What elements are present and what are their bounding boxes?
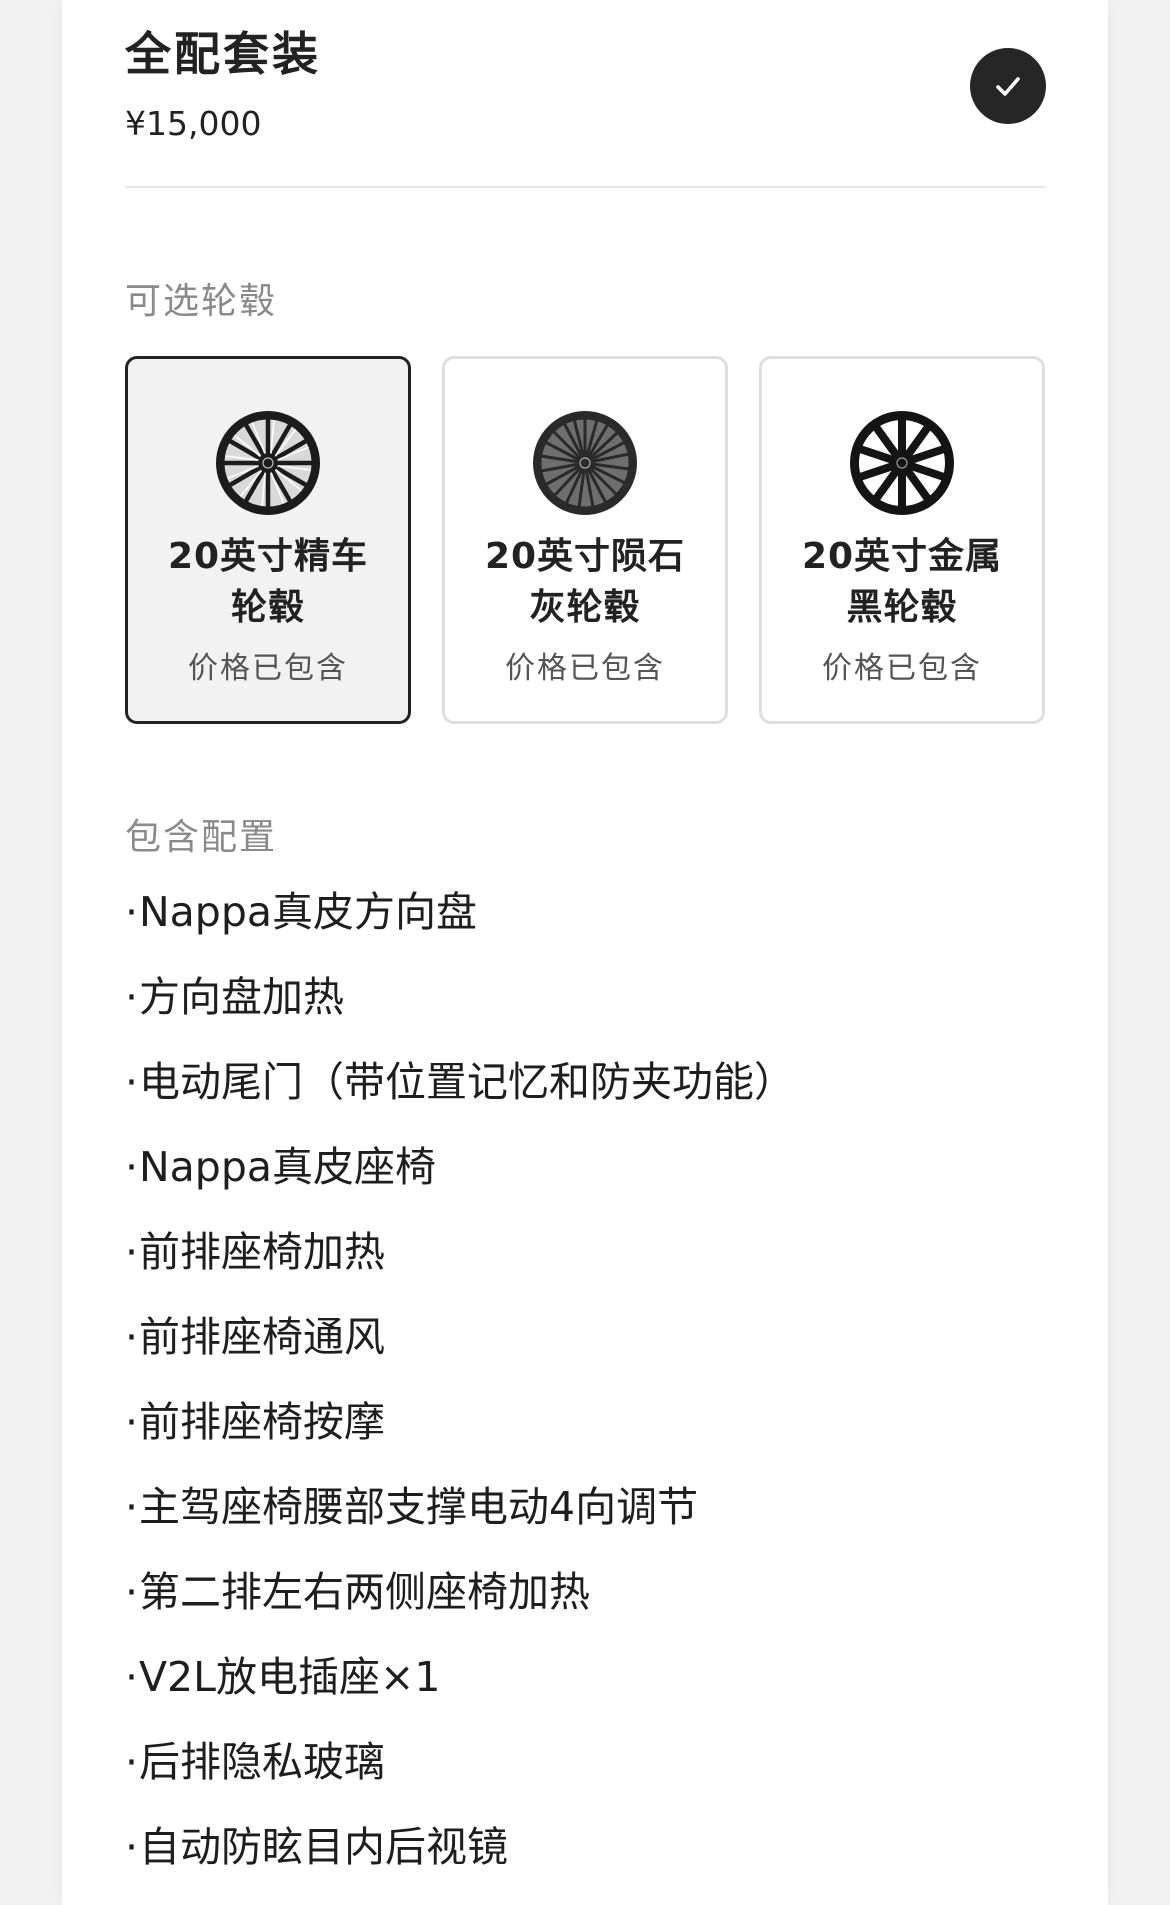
wheel-price-note: 价格已包含 — [188, 651, 348, 686]
wheel-name: 20英寸精车轮毂 — [167, 536, 369, 628]
feature-text: V2L放电插座×1 — [139, 1653, 441, 1701]
wheel-price-note: 价格已包含 — [505, 651, 665, 686]
list-item: ·前排座椅通风 — [125, 1309, 1045, 1394]
list-item: ·前排座椅加热 — [125, 1224, 1045, 1309]
feature-text: 前排座椅通风 — [139, 1313, 385, 1361]
bullet: · — [125, 1483, 139, 1531]
package-select-button[interactable] — [970, 48, 1046, 124]
package-price: ¥15,000 — [125, 104, 262, 143]
feature-text: 自动防眩目内后视镜 — [139, 1823, 508, 1871]
list-item: ·Nappa真皮座椅 — [125, 1139, 1045, 1224]
wheel-name: 20英寸陨石灰轮毂 — [484, 536, 686, 628]
divider — [125, 186, 1045, 188]
feature-text: 方向盘加热 — [139, 973, 344, 1021]
wheel-name: 20英寸金属黑轮毂 — [801, 536, 1003, 628]
package-title: 全配套装 — [125, 27, 321, 81]
feature-text: 前排座椅按摩 — [139, 1398, 385, 1446]
bullet: · — [125, 973, 139, 1021]
list-item: ·后排隐私玻璃 — [125, 1734, 1045, 1819]
list-item: ·V2L放电插座×1 — [125, 1649, 1045, 1734]
bullet: · — [125, 888, 139, 936]
feature-text: 后排隐私玻璃 — [139, 1738, 385, 1786]
feature-text: 电动尾门（带位置记忆和防夹功能） — [139, 1058, 795, 1106]
bullet: · — [125, 1058, 139, 1106]
wheel-price-note: 价格已包含 — [822, 651, 982, 686]
feature-text: 前排座椅加热 — [139, 1228, 385, 1276]
list-item: ·自动防眩目内后视镜 — [125, 1819, 1045, 1904]
feature-text: 第二排左右两侧座椅加热 — [139, 1568, 590, 1616]
bullet: · — [125, 1398, 139, 1446]
wheel-icon — [533, 411, 637, 515]
bullet: · — [125, 1228, 139, 1276]
wheel-option-machined[interactable]: 20英寸精车轮毂 价格已包含 — [125, 356, 411, 724]
feature-text: Nappa真皮座椅 — [139, 1143, 436, 1191]
package-card: 全配套装 ¥15,000 可选轮毂 20英寸精车轮毂 价格已包含 20英寸陨石灰… — [62, 0, 1108, 1905]
list-item: ·主驾座椅腰部支撑电动4向调节 — [125, 1479, 1045, 1564]
bullet: · — [125, 1568, 139, 1616]
bullet: · — [125, 1738, 139, 1786]
wheel-options: 20英寸精车轮毂 价格已包含 20英寸陨石灰轮毂 价格已包含 20英寸金属黑轮毂… — [125, 356, 1045, 724]
features-section-label: 包含配置 — [125, 817, 278, 858]
list-item: ·前排座椅按摩 — [125, 1394, 1045, 1479]
wheel-option-meteor-gray[interactable]: 20英寸陨石灰轮毂 价格已包含 — [442, 356, 728, 724]
wheels-section-label: 可选轮毂 — [125, 281, 278, 322]
feature-text: Nappa真皮方向盘 — [139, 888, 477, 936]
wheel-icon — [216, 411, 320, 515]
feature-list: ·Nappa真皮方向盘 ·方向盘加热 ·电动尾门（带位置记忆和防夹功能） ·Na… — [125, 884, 1045, 1904]
list-item: ·电动尾门（带位置记忆和防夹功能） — [125, 1054, 1045, 1139]
bullet: · — [125, 1143, 139, 1191]
list-item: ·方向盘加热 — [125, 969, 1045, 1054]
bullet: · — [125, 1313, 139, 1361]
wheel-option-metal-black[interactable]: 20英寸金属黑轮毂 价格已包含 — [759, 356, 1045, 724]
list-item: ·Nappa真皮方向盘 — [125, 884, 1045, 969]
bullet: · — [125, 1653, 139, 1701]
wheel-icon — [850, 411, 954, 515]
feature-text: 主驾座椅腰部支撑电动4向调节 — [139, 1483, 699, 1531]
list-item: ·第二排左右两侧座椅加热 — [125, 1564, 1045, 1649]
bullet: · — [125, 1823, 139, 1871]
check-icon — [996, 77, 1020, 96]
